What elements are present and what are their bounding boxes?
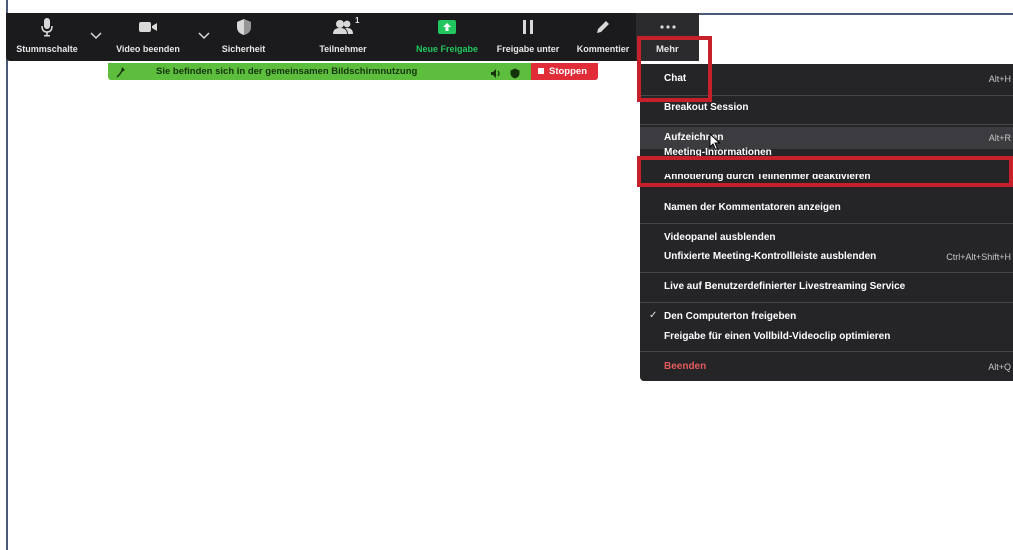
- menu-item-label: Namen der Kommentatoren anzeigen: [664, 202, 841, 213]
- participants-label: Teilnehmer: [319, 44, 367, 54]
- menu-item-shortcut: Alt+Q: [988, 362, 1011, 372]
- microphone-icon: [6, 17, 88, 37]
- participants-button[interactable]: 1 Teilnehmer: [304, 13, 382, 61]
- security-label: Sicherheit: [221, 44, 266, 54]
- mute-label: Stummschalte: [16, 44, 78, 54]
- menu-item-label: Videopanel ausblenden: [664, 232, 776, 243]
- shield-icon: [211, 17, 276, 37]
- mouse-cursor-icon: [709, 132, 721, 156]
- menu-item-show-annotator-names[interactable]: Namen der Kommentatoren anzeigen: [640, 197, 1013, 219]
- audio-options-chevron-down-icon[interactable]: [90, 27, 102, 45]
- pin-icon[interactable]: [116, 65, 126, 83]
- share-screen-icon: [408, 17, 486, 37]
- annotation-highlight-more-chat: [637, 36, 712, 102]
- menu-separator: [640, 351, 1013, 352]
- menu-item-end-meeting[interactable]: Beenden Alt+Q: [640, 356, 1013, 378]
- menu-item-shortcut: Alt+R: [988, 133, 1011, 143]
- video-label: Video beenden: [116, 44, 180, 54]
- pause-share-label: Freigabe unter: [496, 44, 560, 54]
- annotate-label: Kommentier: [576, 44, 630, 54]
- video-camera-icon: [106, 17, 190, 37]
- menu-item-label: Freigabe für einen Vollbild-Videoclip op…: [664, 331, 891, 342]
- stop-video-button[interactable]: Video beenden: [106, 13, 190, 61]
- menu-item-label: Live auf Benutzerdefinierter Livestreami…: [664, 281, 906, 292]
- menu-item-shortcut: Alt+H: [988, 74, 1011, 84]
- menu-item-hide-floating-controls[interactable]: Unfixierte Meeting-Kontrollleiste ausble…: [640, 246, 1013, 268]
- new-share-button[interactable]: Neue Freigabe: [408, 13, 486, 61]
- video-options-chevron-down-icon[interactable]: [198, 27, 210, 45]
- annotation-highlight-menu-item: [637, 156, 1013, 187]
- speaker-icon: [490, 66, 502, 84]
- pause-share-button[interactable]: Freigabe unter: [490, 13, 566, 61]
- mute-button[interactable]: Stummschalte: [6, 13, 88, 61]
- menu-item-label: Beenden: [664, 361, 707, 372]
- meeting-toolbar: Stummschalte Video beenden Sicherheit 1 …: [6, 13, 699, 61]
- security-button[interactable]: Sicherheit: [211, 13, 276, 61]
- window-border-left: [6, 0, 8, 550]
- pencil-icon: [568, 17, 638, 37]
- more-dots-icon: [636, 17, 699, 37]
- shield-icon[interactable]: [510, 66, 520, 84]
- menu-item-optimize-video[interactable]: Freigabe für einen Vollbild-Videoclip op…: [640, 326, 1013, 348]
- menu-item-label: Den Computerton freigeben: [664, 311, 797, 322]
- screen-sharing-banner: Sie befinden sich in der gemeinsamen Bil…: [108, 63, 532, 80]
- menu-item-shortcut: Ctrl+Alt+Shift+H: [946, 252, 1011, 262]
- menu-item-share-computer-sound[interactable]: ✓ Den Computerton freigeben: [640, 306, 1013, 328]
- new-share-label: Neue Freigabe: [415, 44, 479, 54]
- menu-separator: [640, 302, 1013, 303]
- menu-item-live-stream[interactable]: Live auf Benutzerdefinierter Livestreami…: [640, 276, 1013, 298]
- menu-item-label: Breakout Session: [664, 102, 749, 113]
- more-menu: Chat Alt+H Breakout Session Aufzeichnen …: [640, 64, 1013, 381]
- menu-separator: [640, 272, 1013, 273]
- participants-icon: [304, 17, 382, 37]
- menu-item-label: Unfixierte Meeting-Kontrollleiste ausble…: [664, 251, 877, 262]
- pause-icon: [490, 17, 566, 37]
- annotate-button[interactable]: Kommentier: [568, 13, 638, 61]
- checkmark-icon: ✓: [649, 310, 658, 321]
- menu-separator: [640, 124, 1013, 125]
- menu-separator: [640, 223, 1013, 224]
- stop-share-button[interactable]: Stoppen: [531, 63, 598, 80]
- sharing-status-text: Sie befinden sich in der gemeinsamen Bil…: [156, 66, 418, 77]
- participants-count: 1: [355, 16, 360, 25]
- stop-square-icon: [538, 68, 544, 74]
- stop-share-label: Stoppen: [549, 66, 587, 77]
